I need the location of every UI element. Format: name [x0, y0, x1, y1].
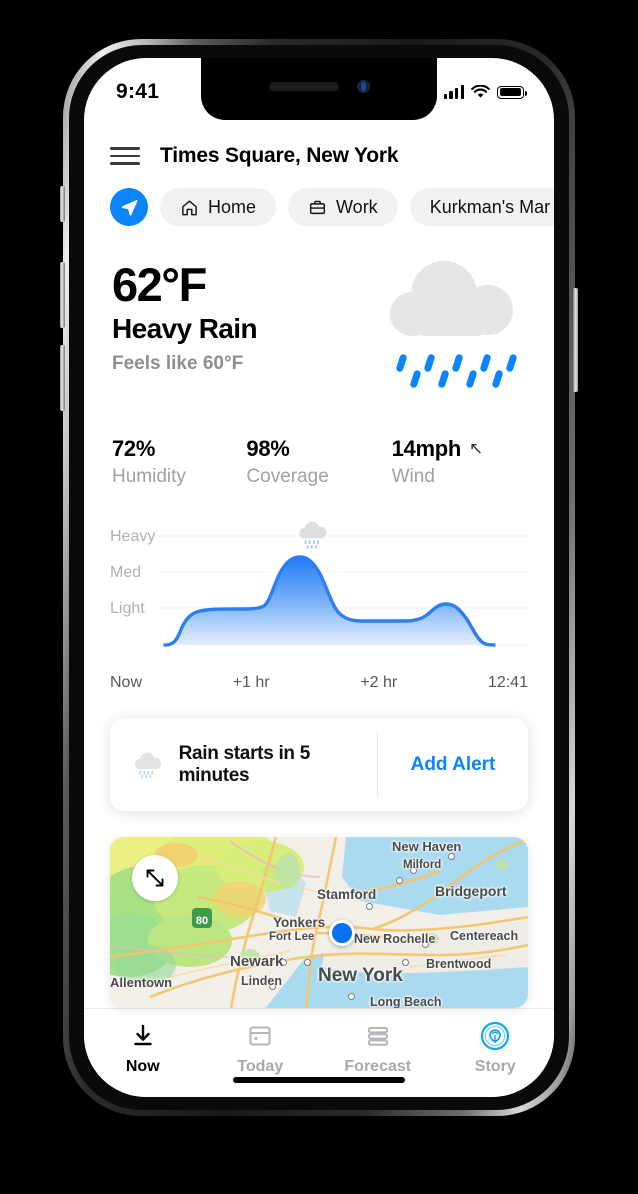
- wind-direction-arrow-icon: ↖: [469, 439, 483, 458]
- map-city-dot: [396, 876, 403, 884]
- map-place-label: Yonkers: [273, 914, 326, 930]
- wifi-icon: [471, 85, 490, 98]
- chart-x-axis-labels: Now +1 hr +2 hr 12:41: [110, 674, 528, 692]
- map-city-dot: [304, 958, 311, 966]
- stat-humidity-value: 72%: [112, 436, 156, 461]
- stat-wind: 14mph ↖ Wind: [392, 436, 526, 488]
- rain-alert-card: Rain starts in 5 minutes Add Alert: [110, 718, 528, 811]
- battery-full-icon: [497, 85, 527, 99]
- tab-forecast[interactable]: Forecast: [319, 1021, 437, 1076]
- today-card-icon: [247, 1021, 273, 1051]
- stat-humidity: 72% Humidity: [112, 436, 246, 488]
- chip-home[interactable]: Home: [160, 188, 277, 226]
- tab-now-label: Now: [125, 1057, 160, 1075]
- bottom-tab-bar[interactable]: Now Today Forecast Story: [84, 1007, 555, 1097]
- phone-screen: 9:41 Times Square, New York Home Work Ku…: [84, 58, 554, 1097]
- map-place-label: Long Beach: [370, 994, 442, 1008]
- map-place-label: Linden: [241, 973, 282, 988]
- map-place-label: Allentown: [110, 974, 173, 990]
- chart-peak-rain-icon: [299, 521, 327, 549]
- map-place-label: Milford: [403, 858, 442, 871]
- feels-like-text: Feels like 60°F: [112, 352, 244, 374]
- current-conditions-text: 62°F Heavy Rain Feels like 60°F: [112, 258, 258, 390]
- heavy-rain-cloud-icon: [386, 258, 526, 390]
- stats-row: 72% Humidity 98% Coverage 14mph ↖ Wind: [84, 390, 554, 488]
- tab-story-label: Story: [474, 1057, 516, 1075]
- story-logo-icon: [480, 1021, 510, 1051]
- earpiece-speaker-icon: [269, 82, 339, 91]
- chart-xlabel-2hr: +2 hr: [360, 674, 398, 692]
- rain-alert-message: Rain starts in 5 minutes: [178, 742, 311, 786]
- map-place-label: Bridgeport: [435, 882, 507, 899]
- chip-kurkmans-market-label: Kurkman's Mar: [429, 196, 551, 217]
- chart-area-fill: [165, 557, 494, 645]
- weather-app: Times Square, New York Home Work Kurkman…: [84, 58, 554, 1097]
- map-city-dot: [366, 902, 373, 910]
- svg-text:80: 80: [196, 915, 208, 927]
- tab-today-label: Today: [237, 1057, 284, 1075]
- hamburger-menu-icon[interactable]: [110, 147, 140, 165]
- stat-wind-label: Wind: [391, 466, 435, 487]
- navigation-arrow-icon: [121, 200, 138, 216]
- screenshot-stage: 9:41 Times Square, New York Home Work Ku…: [0, 0, 638, 1194]
- map-place-label: Brentwood: [426, 956, 492, 971]
- home-indicator[interactable]: [233, 1077, 405, 1083]
- cellular-signal-icon: [443, 85, 464, 99]
- page-title: Times Square, New York: [160, 144, 399, 167]
- stat-humidity-label: Humidity: [112, 466, 186, 487]
- home-icon: [182, 200, 197, 215]
- stat-wind-number: 14mph: [391, 436, 462, 461]
- map-place-label: Stamford: [317, 886, 377, 902]
- chip-work-label: Work: [336, 196, 378, 217]
- radar-map-card[interactable]: 80 New Haven Milford Bridgeport Stamford…: [110, 836, 528, 1008]
- tab-today[interactable]: Today: [202, 1021, 320, 1076]
- status-bar-icons: [443, 85, 527, 99]
- current-conditions: 62°F Heavy Rain Feels like 60°F: [84, 226, 554, 390]
- map-place-label: New York: [318, 964, 403, 986]
- status-bar-time: 9:41: [116, 80, 160, 103]
- stat-coverage-label: Coverage: [246, 466, 329, 487]
- chip-work[interactable]: Work: [288, 188, 398, 226]
- tab-forecast-label: Forecast: [344, 1057, 412, 1075]
- volume-up-button[interactable]: [60, 262, 65, 328]
- device-notch: [201, 58, 437, 120]
- map-city-dot: [348, 992, 355, 1000]
- precipitation-chart: Heavy Med Light: [110, 521, 528, 668]
- chart-xlabel-now: Now: [110, 674, 143, 692]
- current-temperature: 62°F: [112, 258, 207, 311]
- current-location-button[interactable]: [110, 188, 148, 226]
- map-place-label: Centereach: [450, 928, 519, 943]
- chart-xlabel-end: 12:41: [487, 674, 528, 692]
- map-place-label: Fort Lee: [269, 930, 315, 943]
- map-place-label: Newark: [230, 952, 284, 970]
- current-condition: Heavy Rain: [112, 312, 258, 344]
- power-button[interactable]: [573, 288, 578, 392]
- map-place-label: New Rochelle: [354, 931, 436, 946]
- tab-story[interactable]: Story: [437, 1021, 555, 1076]
- chip-kurkmans-market[interactable]: Kurkman's Mar: [409, 188, 554, 226]
- add-alert-button[interactable]: Add Alert: [378, 718, 528, 810]
- chart-xlabel-1hr: +1 hr: [232, 674, 270, 692]
- tab-now[interactable]: Now: [84, 1021, 202, 1076]
- map-place-label: New Haven: [392, 838, 462, 854]
- location-chips-row[interactable]: Home Work Kurkman's Mar: [84, 168, 554, 226]
- briefcase-icon: [309, 200, 326, 214]
- chip-home-label: Home: [208, 196, 257, 217]
- current-location-marker: [329, 919, 355, 946]
- rain-cloud-small-icon: [134, 752, 162, 778]
- stat-coverage: 98% Coverage: [246, 436, 391, 488]
- expand-diagonal-arrows-icon: [146, 869, 164, 887]
- front-camera-icon: [357, 80, 370, 93]
- app-header: Times Square, New York: [84, 120, 554, 168]
- mute-switch-button[interactable]: [60, 186, 65, 222]
- download-arrow-icon: [130, 1021, 156, 1051]
- stat-wind-value: 14mph ↖: [392, 436, 526, 462]
- rain-alert-message-area: Rain starts in 5 minutes: [110, 718, 377, 810]
- volume-down-button[interactable]: [60, 345, 65, 411]
- stacked-bars-icon: [365, 1021, 391, 1051]
- map-city-dot: [402, 958, 409, 966]
- expand-map-button[interactable]: [132, 854, 178, 901]
- stat-coverage-value: 98%: [246, 436, 290, 461]
